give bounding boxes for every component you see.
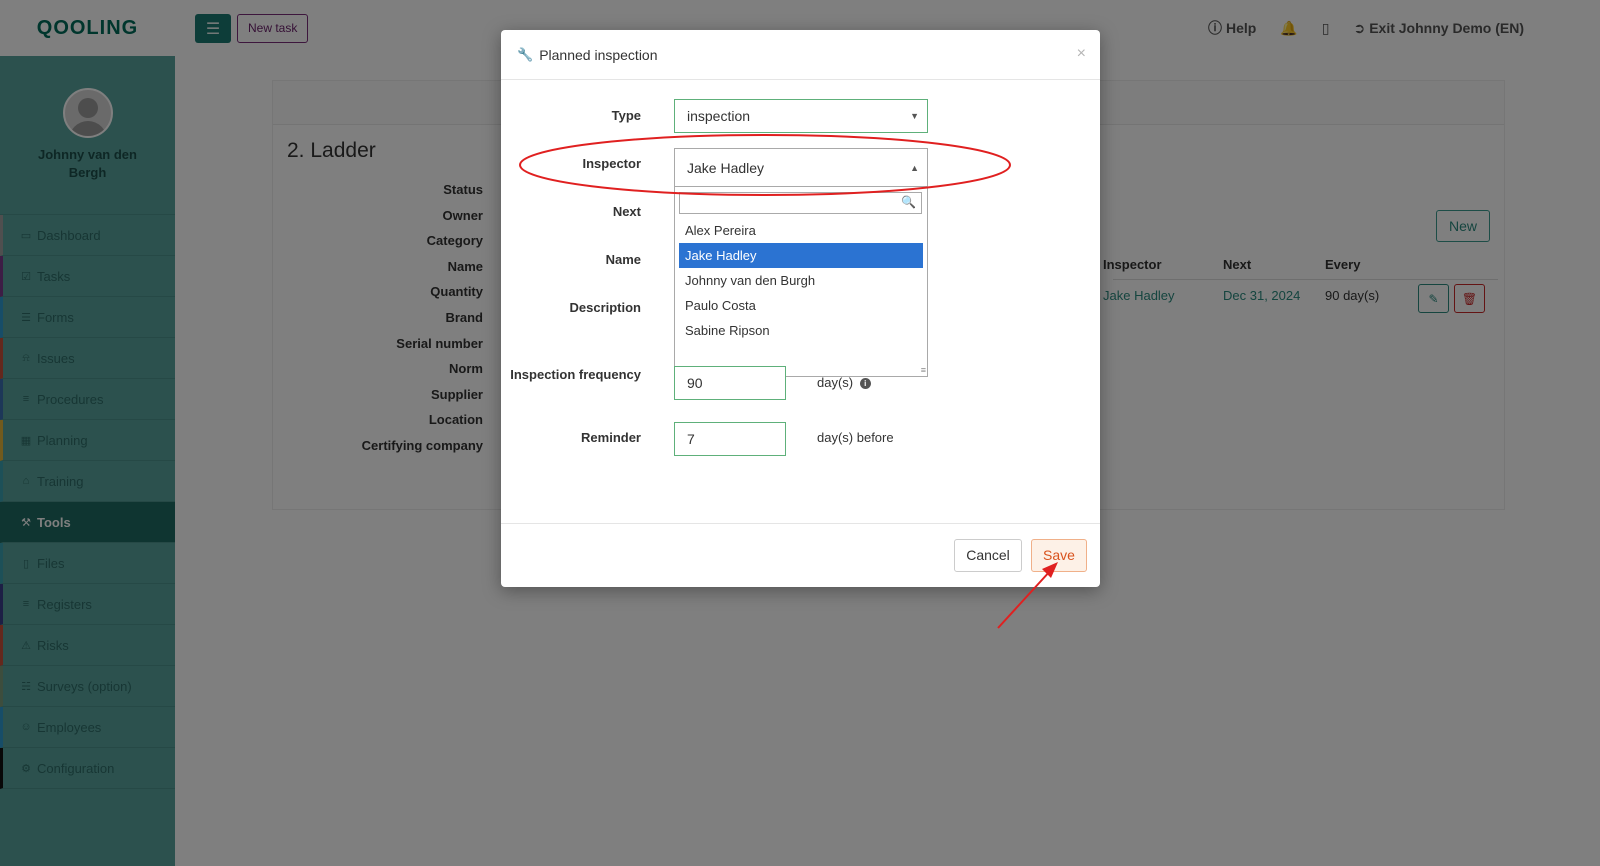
inspector-option[interactable]: Jake Hadley [679, 243, 923, 268]
type-value: inspection [687, 108, 751, 124]
caret-up-icon: ▲ [910, 162, 919, 173]
inspector-option[interactable]: Alex Pereira [679, 218, 923, 243]
info-icon[interactable]: i [859, 378, 871, 390]
reminder-input[interactable]: 7 [674, 422, 786, 456]
caret-down-icon: ▼ [910, 111, 919, 121]
search-icon: 🔍 [901, 195, 916, 209]
frequency-value: 90 [687, 375, 703, 391]
inspector-option[interactable]: Sabine Ripson [679, 318, 923, 343]
reminder-value: 7 [687, 431, 695, 447]
modal-header: 🔧 Planned inspection [501, 30, 1100, 80]
frequency-unit: day(s) i [817, 375, 871, 390]
cancel-button[interactable]: Cancel [954, 539, 1022, 572]
type-select[interactable]: inspection ▼ [674, 99, 928, 133]
inspector-option[interactable]: Johnny van den Burgh [679, 268, 923, 293]
inspector-select[interactable]: Jake Hadley ▲ [674, 148, 928, 187]
close-button[interactable]: × [1077, 45, 1086, 63]
type-label: Type [611, 108, 641, 123]
frequency-label: Inspection frequency [510, 367, 641, 382]
inspector-search-input[interactable]: 🔍 [679, 192, 922, 214]
inspector-options: Alex Pereira Jake Hadley Johnny van den Bu… [679, 218, 923, 343]
inspector-value: Jake Hadley [687, 159, 765, 176]
frequency-unit-text: day(s) [817, 375, 854, 390]
reminder-label: Reminder [581, 430, 641, 445]
inspector-label: Inspector [582, 156, 641, 171]
wrench-icon: 🔧 [517, 46, 534, 62]
inspector-option[interactable]: Paulo Costa [679, 293, 923, 318]
name-label: Name [605, 252, 641, 267]
planned-inspection-modal: 🔧 Planned inspection × Type inspection ▼… [501, 30, 1100, 587]
description-label: Description [569, 300, 641, 315]
modal-title: Planned inspection [539, 46, 658, 63]
save-button[interactable]: Save [1031, 539, 1087, 572]
resize-grip-icon[interactable]: ≡ [921, 365, 926, 375]
modal-footer: Cancel Save [501, 523, 1100, 587]
reminder-unit: day(s) before [817, 430, 894, 445]
next-label: Next [612, 204, 641, 219]
inspector-dropdown: 🔍 Alex Pereira Jake Hadley Johnny van den … [674, 187, 928, 377]
frequency-input[interactable]: 90 [674, 366, 786, 400]
